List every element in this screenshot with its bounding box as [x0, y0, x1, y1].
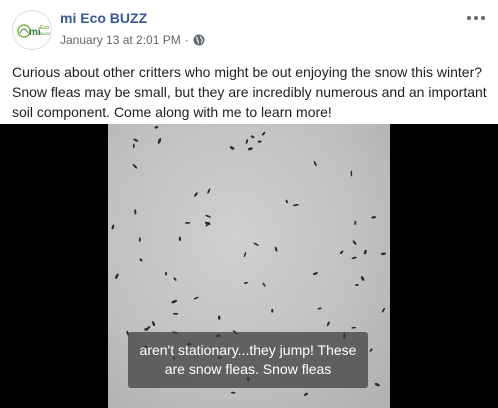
post-meta: January 13 at 2:01 PM · [60, 33, 205, 47]
video-player[interactable]: aren't stationary...they jump! These are… [0, 124, 498, 408]
dot [481, 16, 485, 20]
post-timestamp[interactable]: January 13 at 2:01 PM [60, 33, 181, 47]
globe-icon[interactable] [193, 34, 205, 46]
mi-eco-buzz-logo: mi Eco BUZZ [17, 24, 51, 38]
avatar[interactable]: mi Eco BUZZ [12, 10, 52, 50]
dot [467, 16, 471, 20]
page-name-link[interactable]: mi Eco BUZZ [60, 10, 147, 26]
post-header: mi Eco BUZZ mi Eco BUZZ January 13 at 2:… [0, 0, 498, 60]
meta-separator: · [184, 33, 189, 47]
caption-line: are snow fleas. Snow fleas [164, 361, 332, 377]
dot [474, 16, 478, 20]
video-caption: aren't stationary...they jump! These are… [128, 332, 368, 388]
more-options-icon[interactable] [464, 8, 488, 28]
svg-text:BUZZ: BUZZ [40, 31, 51, 36]
post-text: Curious about other critters who might b… [12, 64, 487, 120]
caption-line: aren't stationary...they jump! These [139, 342, 357, 358]
